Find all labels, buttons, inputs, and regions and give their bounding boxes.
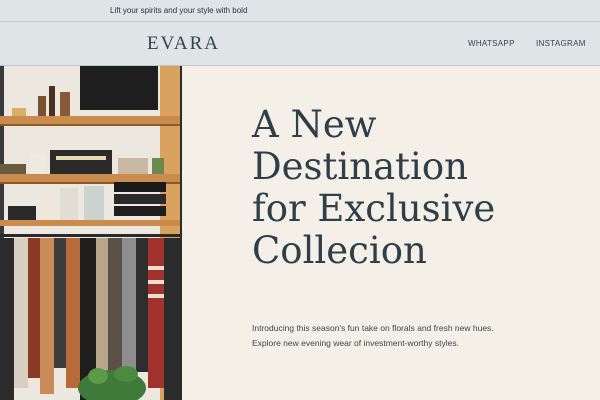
hero-subtext: Introducing this season's fun take on fl… [252,321,582,351]
hero-headline: A New Destination for Exclusive Collecio… [252,104,592,272]
announcement-text: Lift your spirits and your style with bo… [110,6,248,15]
brand-logo[interactable]: EVARA [147,33,220,55]
headline-line-2: Destination [252,145,468,188]
hero-headline-block: A New Destination for Exclusive Collecio… [252,104,592,272]
nav-link-whatsapp[interactable]: WHATSAPP [468,39,515,48]
subtext-line-2: Explore new evening wear of investment-w… [252,338,459,348]
headline-line-1: A New [252,103,377,146]
headline-line-3: for Exclusive [252,187,496,230]
hero-store-image [0,66,182,400]
site-header: EVARA WHATSAPP INSTAGRAM [0,22,600,66]
subtext-line-1: Introducing this season's fun take on fl… [252,323,494,333]
nav-link-instagram[interactable]: INSTAGRAM [536,39,586,48]
headline-line-4: Collecion [252,229,427,272]
announcement-bar: Lift your spirits and your style with bo… [0,0,600,22]
